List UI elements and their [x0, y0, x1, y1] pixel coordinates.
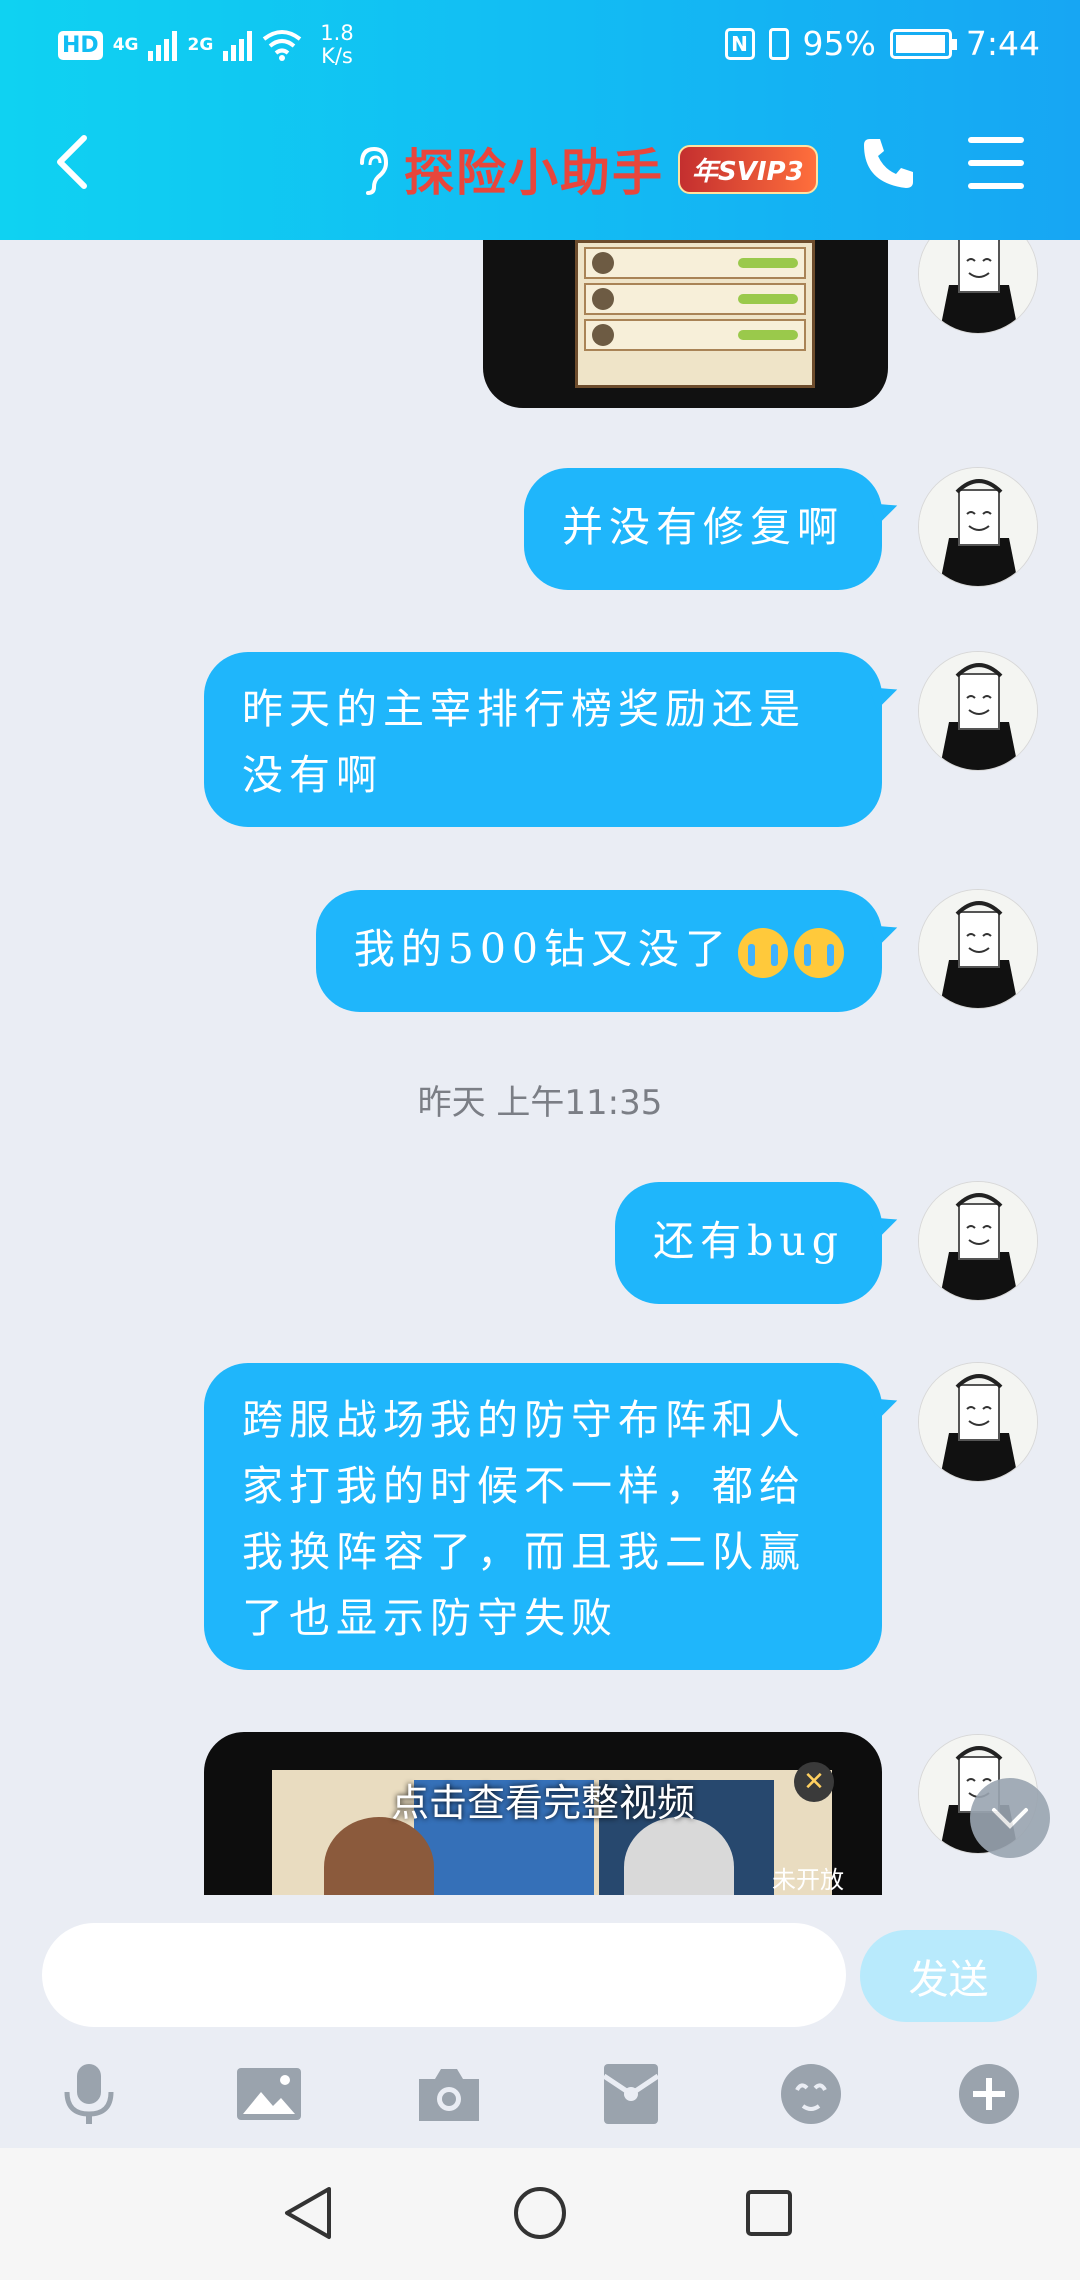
menu-icon-line — [968, 160, 1024, 166]
chat-area[interactable]: 并没有修复啊 昨天的主宰排行榜奖励还是 没有啊 我的500钻又没了 昨天 上午1… — [0, 240, 1080, 1895]
message-timestamp: 昨天 上午11:35 — [417, 1083, 663, 1123]
leaderboard-row — [584, 247, 806, 279]
message-line: 跨服战场我的防守布阵和人 — [242, 1396, 806, 1444]
avatar[interactable] — [918, 1181, 1038, 1301]
svip-badge: 年SVIP3 — [678, 144, 818, 194]
chat-toolbar — [0, 2045, 1080, 2145]
chevron-left-icon — [57, 135, 87, 189]
message-line: 我换阵容了，而且我二队赢 — [242, 1528, 806, 1576]
scroll-to-bottom-button[interactable] — [970, 1778, 1050, 1858]
phone-icon — [864, 139, 913, 188]
avatar-image — [919, 1363, 1037, 1481]
signal-icon-2 — [223, 29, 253, 61]
signal-icon — [148, 29, 178, 61]
message-bubble[interactable]: 我的500钻又没了 — [315, 890, 882, 1012]
header: HD 4G 2G 1.8 K/s N 95% 7:44 探险小助手 年SVIP3 — [0, 0, 1080, 240]
crying-emoji-icon — [738, 927, 788, 978]
message-bubble[interactable]: 昨天的主宰排行榜奖励还是 没有啊 — [204, 652, 882, 827]
leaderboard-row — [584, 319, 806, 351]
video-play-label[interactable]: 点击查看完整视频 — [204, 1772, 882, 1827]
camera-icon — [419, 2069, 479, 2121]
ear-icon — [360, 146, 389, 195]
send-button[interactable]: 发送 — [860, 1930, 1037, 2022]
message-bubble[interactable]: 跨服战场我的防守布阵和人 家打我的时候不一样，都给 我换阵容了，而且我二队赢 了… — [204, 1363, 882, 1670]
avatar-image — [919, 1182, 1037, 1300]
back-button[interactable] — [42, 127, 102, 197]
image-icon — [237, 2068, 301, 2120]
chat-title: 探险小助手 — [404, 144, 664, 202]
message-line: 了也显示防守失败 — [242, 1594, 618, 1642]
more-button[interactable] — [954, 2059, 1024, 2129]
message-input[interactable] — [42, 1923, 846, 2027]
avatar[interactable] — [918, 889, 1038, 1009]
camera-button[interactable] — [414, 2059, 484, 2129]
clock: 7:44 — [965, 24, 1040, 63]
avatar-image — [919, 468, 1037, 586]
close-icon[interactable]: ✕ — [794, 1762, 834, 1802]
status-bar: HD 4G 2G 1.8 K/s N 95% 7:44 — [0, 0, 1080, 95]
avatar[interactable] — [918, 1362, 1038, 1482]
wifi-icon — [263, 30, 302, 61]
input-bar: 发送 — [0, 1895, 1080, 2045]
avatar[interactable] — [918, 467, 1038, 587]
triangle-back-icon — [285, 2187, 331, 2239]
system-back-button[interactable] — [272, 2178, 342, 2248]
red-packet-icon — [602, 2064, 660, 2124]
red-packet-button[interactable] — [596, 2059, 666, 2129]
leaderboard-row — [584, 283, 806, 315]
menu-button[interactable] — [968, 137, 1024, 189]
status-right: N 95% 7:44 — [724, 24, 1040, 63]
nav-bar: 探险小助手 年SVIP3 — [0, 95, 1080, 240]
chevron-down-icon — [992, 1808, 1028, 1829]
system-home-button[interactable] — [505, 2178, 575, 2248]
nfc-icon: N — [724, 27, 755, 60]
avatar[interactable] — [918, 240, 1038, 334]
message-text: 我的500钻又没了 — [353, 925, 732, 973]
avatar[interactable] — [918, 651, 1038, 771]
system-recents-button[interactable] — [734, 2178, 804, 2248]
network-speed: 1.8 K/s — [320, 21, 354, 68]
hd-icon: HD — [58, 30, 103, 60]
message-text: 还有bug — [653, 1217, 844, 1265]
system-navigation-bar — [0, 2148, 1080, 2280]
battery-icon — [889, 28, 957, 59]
vibrate-icon — [768, 27, 789, 60]
square-recents-icon — [746, 2190, 792, 2236]
menu-icon-line — [968, 137, 1024, 143]
avatar-image — [919, 240, 1037, 333]
voice-button[interactable] — [54, 2059, 124, 2129]
mic-icon — [64, 2064, 114, 2124]
leaderboard-screenshot — [575, 240, 815, 388]
battery-percent: 95% — [802, 24, 876, 63]
message-bubble[interactable]: 还有bug — [615, 1182, 882, 1304]
message-line: 昨天的主宰排行榜奖励还是 — [242, 685, 806, 733]
network-type-2: 2G — [187, 35, 214, 55]
crying-emoji-icon — [794, 927, 844, 978]
menu-icon-line — [968, 183, 1024, 189]
video-message[interactable]: 点击查看完整视频 未开放 ✕ — [204, 1732, 882, 1895]
call-button[interactable] — [858, 133, 918, 193]
chat-title-area[interactable]: 探险小助手 年SVIP3 — [350, 133, 818, 205]
video-side-label: 未开放 — [772, 1866, 844, 1894]
plus-icon — [959, 2064, 1019, 2124]
emoji-icon — [781, 2064, 841, 2124]
message-line: 没有啊 — [242, 751, 383, 799]
avatar-image — [919, 890, 1037, 1008]
circle-home-icon — [514, 2187, 566, 2239]
message-text: 并没有修复啊 — [562, 503, 844, 551]
emoji-button[interactable] — [776, 2059, 846, 2129]
network-type-1: 4G — [112, 35, 139, 55]
message-line: 家打我的时候不一样，都给 — [242, 1462, 806, 1510]
gallery-button[interactable] — [234, 2059, 304, 2129]
message-bubble[interactable]: 并没有修复啊 — [524, 468, 882, 590]
image-message[interactable] — [483, 240, 888, 408]
status-left: HD 4G 2G 1.8 K/s — [58, 22, 354, 68]
avatar-image — [919, 652, 1037, 770]
